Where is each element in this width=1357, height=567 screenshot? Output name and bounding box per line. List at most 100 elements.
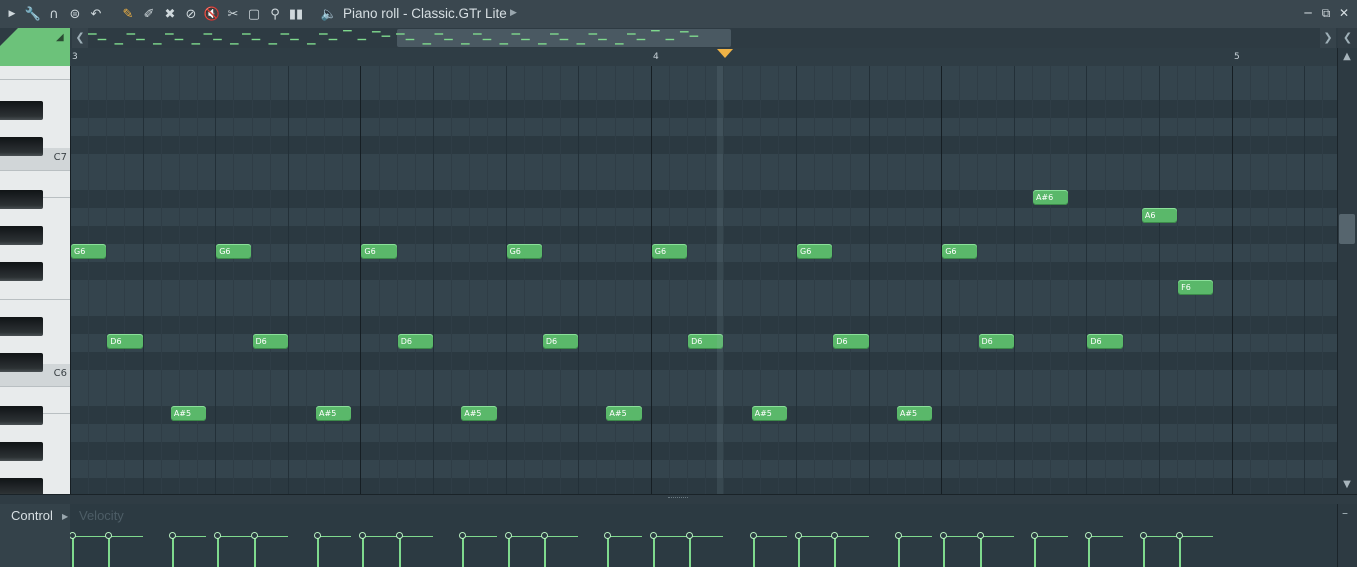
velocity-handle[interactable] xyxy=(1085,532,1093,539)
velocity-handle[interactable] xyxy=(686,532,694,539)
velocity-stem[interactable] xyxy=(1179,536,1182,567)
note-grid[interactable]: G6 G6 G6 G6 G6 G6 G6 D6 D6 D6 D6 D6 D6 D6 D6 A#5 A#5 A#5 A… xyxy=(70,66,1337,494)
note[interactable]: A#5 xyxy=(896,406,933,421)
black-key[interactable] xyxy=(0,353,43,372)
velocity-handle[interactable] xyxy=(894,532,902,539)
black-key[interactable] xyxy=(0,137,43,156)
velocity-handle[interactable] xyxy=(1176,532,1184,539)
magnet-icon[interactable]: ∩ xyxy=(45,5,63,23)
velocity-handle[interactable] xyxy=(70,532,76,539)
velocity-handle[interactable] xyxy=(1139,532,1147,539)
velocity-stem[interactable] xyxy=(752,536,755,567)
velocity-handle[interactable] xyxy=(649,532,657,539)
velocity-lane[interactable] xyxy=(70,504,1337,567)
note[interactable]: G6 xyxy=(506,244,542,259)
note[interactable]: G6 xyxy=(361,244,397,259)
audio-preview-icon[interactable]: 🔈 xyxy=(320,5,338,23)
velocity-stem[interactable] xyxy=(217,536,220,567)
velocity-stem[interactable] xyxy=(834,536,837,567)
velocity-stem[interactable] xyxy=(507,536,510,567)
note[interactable]: A#5 xyxy=(461,406,497,421)
overview-scroll-left-icon[interactable]: ❮ xyxy=(72,28,88,48)
select-icon[interactable]: ▢ xyxy=(245,5,263,23)
piano-keyboard[interactable]: C7 C6 xyxy=(0,66,71,494)
black-key[interactable] xyxy=(0,317,43,336)
timeline-ruler[interactable]: 3 4 5 xyxy=(70,48,1337,67)
note[interactable]: D6 xyxy=(1087,334,1123,349)
velocity-handle[interactable] xyxy=(314,532,322,539)
black-key[interactable] xyxy=(0,190,43,209)
paint-brush-icon[interactable]: ✐ xyxy=(140,5,158,23)
note[interactable]: D6 xyxy=(107,334,143,349)
resize-corner-icon[interactable]: ◢ xyxy=(56,32,64,43)
velocity-handle[interactable] xyxy=(459,532,467,539)
velocity-handle[interactable] xyxy=(831,532,839,539)
velocity-stem[interactable] xyxy=(171,536,174,567)
overview-scroll-right-icon[interactable]: ❯ xyxy=(1320,28,1336,48)
note[interactable]: D6 xyxy=(252,334,288,349)
snap-menu-icon[interactable]: ⊜ xyxy=(66,5,84,23)
black-key[interactable] xyxy=(0,478,43,494)
velocity-stem[interactable] xyxy=(253,536,256,567)
pencil-icon[interactable]: ✎ xyxy=(119,5,137,23)
velocity-handle[interactable] xyxy=(250,532,258,539)
velocity-stem[interactable] xyxy=(72,536,74,567)
velocity-stem[interactable] xyxy=(1142,536,1145,567)
black-key[interactable] xyxy=(0,442,43,461)
speaker-mute-icon[interactable]: 🔇 xyxy=(203,5,221,23)
velocity-handle[interactable] xyxy=(105,532,113,539)
splitter-grip[interactable] xyxy=(668,497,688,501)
velocity-handle[interactable] xyxy=(604,532,612,539)
velocity-stem[interactable] xyxy=(543,536,546,567)
velocity-stem[interactable] xyxy=(979,536,982,567)
velocity-handle[interactable] xyxy=(749,532,757,539)
velocity-stem[interactable] xyxy=(943,536,946,567)
velocity-handle[interactable] xyxy=(540,532,548,539)
velocity-handle[interactable] xyxy=(214,532,222,539)
close-icon[interactable]: ✕ xyxy=(1336,5,1352,21)
control-menu-arrow-icon[interactable]: ▶ xyxy=(62,512,68,521)
slice-icon[interactable]: ✂ xyxy=(224,5,242,23)
menu-arrow-icon[interactable]: ▶ xyxy=(3,5,21,23)
restore-icon[interactable]: ⧉ xyxy=(1318,5,1334,21)
scroll-down-icon[interactable]: ▼ xyxy=(1340,478,1354,492)
note[interactable]: D6 xyxy=(397,334,433,349)
velocity-handle[interactable] xyxy=(940,532,948,539)
velocity-stem[interactable] xyxy=(652,536,655,567)
note[interactable]: A#5 xyxy=(170,406,207,421)
note[interactable]: A#5 xyxy=(751,406,787,421)
note[interactable]: A#5 xyxy=(606,406,642,421)
note[interactable]: D6 xyxy=(542,334,579,349)
note[interactable]: D6 xyxy=(833,334,869,349)
note[interactable]: F6 xyxy=(1178,280,1214,295)
velocity-handle[interactable] xyxy=(168,532,176,539)
velocity-stem[interactable] xyxy=(462,536,465,567)
mute-icon[interactable]: ⊘ xyxy=(182,5,200,23)
note[interactable]: D6 xyxy=(978,334,1014,349)
velocity-handle[interactable] xyxy=(795,532,802,539)
note[interactable]: A#6 xyxy=(1032,190,1069,205)
note[interactable]: G6 xyxy=(216,244,252,259)
black-key[interactable] xyxy=(0,226,43,245)
velocity-stem[interactable] xyxy=(317,536,320,567)
note[interactable]: G6 xyxy=(797,244,833,259)
scroll-thumb[interactable] xyxy=(1339,214,1355,244)
black-key[interactable] xyxy=(0,101,43,120)
delete-brush-icon[interactable]: ✖ xyxy=(161,5,179,23)
velocity-handle[interactable] xyxy=(359,532,367,539)
note[interactable]: A#5 xyxy=(316,406,352,421)
zoom-icon[interactable]: ⚲ xyxy=(266,5,284,23)
velocity-handle[interactable] xyxy=(1030,532,1038,539)
velocity-stem[interactable] xyxy=(897,536,900,567)
collapse-icon[interactable]: – xyxy=(1342,506,1348,520)
velocity-handle[interactable] xyxy=(395,532,403,539)
undo-icon[interactable]: ↶ xyxy=(87,5,105,23)
note[interactable]: G6 xyxy=(942,244,978,259)
velocity-stem[interactable] xyxy=(798,536,800,567)
playback-icon[interactable]: ▮▮ xyxy=(287,5,305,23)
velocity-stem[interactable] xyxy=(398,536,401,567)
vertical-scrollbar[interactable] xyxy=(1337,48,1357,494)
wrench-icon[interactable]: 🔧 xyxy=(24,5,42,23)
control-label[interactable]: Control xyxy=(11,508,53,523)
minimize-icon[interactable]: ─ xyxy=(1300,5,1316,21)
